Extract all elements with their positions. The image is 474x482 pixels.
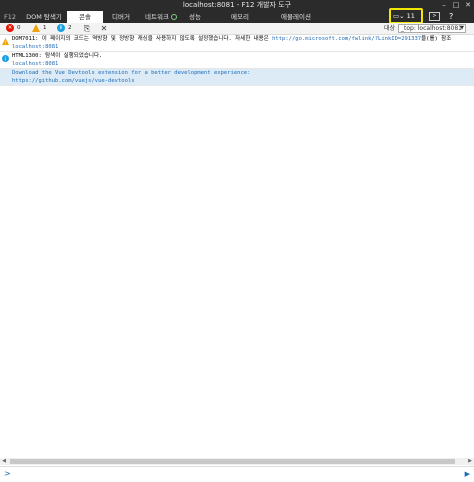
console-message-warning: ! DOM7011: 이 페이지의 코드는 역방향 및 정방향 캐싱을 사용하지… [0, 35, 474, 52]
message-source[interactable]: localhost:8081 [12, 43, 474, 51]
scroll-left-icon[interactable]: ◀ [0, 458, 8, 465]
console-toggle-icon[interactable]: > [429, 12, 440, 21]
target-value: _top: localhost:8081 [401, 25, 462, 32]
tab-performance[interactable]: 성능 [184, 11, 206, 23]
error-icon: ✕ [6, 24, 14, 32]
console-message-log: Download the Vue Devtools extension for … [0, 69, 474, 86]
tab-memory[interactable]: 메모리 [225, 11, 255, 23]
record-icon [170, 14, 177, 20]
tab-console[interactable]: 콘솔 [67, 11, 103, 23]
message-text: Download the Vue Devtools extension for … [12, 70, 251, 76]
target-label: 대상 [384, 25, 396, 32]
target-select[interactable]: _top: localhost:8081 ▼ [398, 24, 466, 33]
scrollbar-thumb[interactable] [10, 459, 455, 464]
error-filter-button[interactable]: ✕ 0 [6, 24, 21, 33]
message-link[interactable]: http://go.microsoft.com/fwlink/?LinkID=2… [272, 36, 421, 42]
info-count: 2 [68, 25, 72, 31]
info-icon: i [57, 24, 65, 32]
message-link[interactable]: https://github.com/vuejs/vue-devtools [12, 77, 474, 85]
info-icon: i [2, 55, 9, 62]
prompt-icon: > [4, 469, 11, 478]
warning-count: 1 [43, 25, 47, 31]
tab-network[interactable]: 네트워크 [140, 11, 182, 23]
tab-emulation[interactable]: 에뮬레이션 [276, 11, 316, 23]
close-icon[interactable]: ✕ [462, 0, 474, 11]
console-input[interactable]: > ▶ [0, 466, 474, 482]
tab-f12: F12 [3, 13, 16, 21]
message-suffix: 을(를) 참조 [421, 36, 452, 42]
warning-filter-button[interactable]: 1 [32, 24, 47, 33]
tab-network-label: 네트워크 [145, 13, 169, 21]
scroll-right-icon[interactable]: ▶ [466, 458, 474, 465]
message-body: DOM7011: 이 페이지의 코드는 역방향 및 정방향 캐싱을 사용하지 않… [12, 36, 273, 42]
info-filter-button[interactable]: i2 [57, 24, 72, 33]
run-script-icon[interactable]: ▶ [465, 470, 470, 478]
clear-console-icon[interactable]: ✕ [99, 24, 109, 33]
warning-icon [32, 24, 40, 32]
console-output: ! DOM7011: 이 페이지의 코드는 역방향 및 정방향 캐싱을 사용하지… [0, 35, 474, 86]
tab-debugger[interactable]: 디버거 [106, 11, 136, 23]
horizontal-scrollbar[interactable]: ◀ ▶ [0, 458, 474, 465]
help-icon[interactable]: ? [449, 12, 453, 21]
error-count: 0 [17, 25, 21, 31]
svg-text:!: ! [5, 40, 7, 45]
preserve-log-icon[interactable]: ⎘ [82, 24, 92, 33]
console-toolbar: ✕ 0 1 i2 ⎘ ✕ 대상 _top: localhost:8081 ▼ [0, 23, 474, 35]
minimize-icon[interactable]: – [438, 0, 450, 11]
emulation-icon: ▭⌄ [393, 12, 405, 20]
message-source[interactable]: localhost:8081 [12, 60, 474, 68]
chevron-down-icon: ▼ [460, 25, 464, 31]
window-title: localhost:8081 - F12 개발자 도구 [182, 1, 292, 9]
maximize-icon[interactable]: □ [450, 0, 462, 11]
console-message-info: i HTML1300: 탐색이 실행되었습니다. localhost:8081 [0, 52, 474, 69]
message-text: HTML1300: 탐색이 실행되었습니다. [12, 53, 103, 59]
message-text: DOM7011: 이 페이지의 코드는 역방향 및 정방향 캐싱을 사용하지 않… [12, 35, 474, 43]
tab-dom-explorer[interactable]: DOM 탐색기 [24, 11, 64, 23]
emulation-indicator[interactable]: ▭⌄ 11 [393, 12, 415, 21]
svg-text:i: i [5, 57, 6, 62]
warning-icon: ! [2, 38, 9, 45]
emulation-count: 11 [406, 12, 415, 20]
